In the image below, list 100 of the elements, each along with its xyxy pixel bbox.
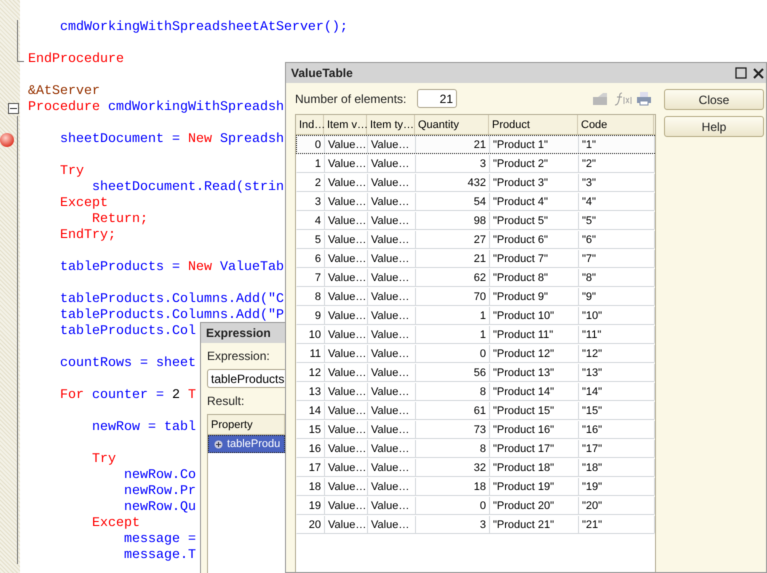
- table-cell: Value…: [368, 250, 416, 267]
- count-field[interactable]: 21: [417, 89, 457, 108]
- table-cell: 0: [297, 136, 325, 153]
- table-cell: Value…: [325, 326, 368, 343]
- table-cell: "Product 14": [490, 383, 579, 400]
- function-icon[interactable]: [614, 92, 632, 106]
- table-cell: Value…: [368, 136, 416, 153]
- table-row[interactable]: 15 Value… Value… 73 "Product 16" "16": [296, 420, 655, 439]
- table-cell: "12": [579, 345, 655, 362]
- table-row[interactable]: 10 Value… Value… 1 "Product 11" "11": [296, 325, 655, 344]
- table-row[interactable]: 16 Value… Value… 8 "Product 17" "17": [296, 439, 655, 458]
- table-cell: "10": [579, 307, 655, 324]
- table-cell: Value…: [368, 364, 416, 381]
- expression-field[interactable]: tableProducts: [207, 369, 285, 388]
- table-cell: Value…: [368, 440, 416, 457]
- table-cell: "Product 20": [490, 497, 579, 514]
- table-row[interactable]: 17 Value… Value… 32 "Product 18" "18": [296, 458, 655, 477]
- table-row[interactable]: 13 Value… Value… 8 "Product 14" "14": [296, 382, 655, 401]
- table-cell: Value…: [325, 155, 368, 172]
- table-cell: Value…: [325, 383, 368, 400]
- maximize-icon[interactable]: [735, 67, 747, 79]
- table-cell: 3: [297, 193, 325, 210]
- table-cell: "11": [579, 326, 655, 343]
- table-row[interactable]: 8 Value… Value… 70 "Product 9" "9": [296, 287, 655, 306]
- dialog-button[interactable]: Help: [664, 116, 764, 137]
- table-cell: "Product 15": [490, 402, 579, 419]
- window-title: ValueTable: [291, 66, 353, 80]
- dialog-button[interactable]: Close: [664, 89, 764, 110]
- table-row[interactable]: 3 Value… Value… 54 "Product 4" "4": [296, 192, 655, 211]
- table-cell: Value…: [368, 402, 416, 419]
- expand-icon: [214, 440, 223, 448]
- table-cell: 98: [416, 212, 490, 229]
- table-row[interactable]: 19 Value… Value… 0 "Product 20" "20": [296, 496, 655, 515]
- table-cell: 6: [297, 250, 325, 267]
- table-row[interactable]: 6 Value… Value… 21 "Product 7" "7": [296, 249, 655, 268]
- table-cell: "14": [579, 383, 655, 400]
- table-row[interactable]: 14 Value… Value… 61 "Product 15" "15": [296, 401, 655, 420]
- table-cell: Value…: [368, 231, 416, 248]
- table-cell: Value…: [325, 136, 368, 153]
- table-row[interactable]: 12 Value… Value… 56 "Product 13" "13": [296, 363, 655, 382]
- table-row[interactable]: 1 Value… Value… 3 "Product 2" "2": [296, 154, 655, 173]
- table-row[interactable]: 0 Value… Value… 21 "Product 1" "1": [296, 135, 655, 154]
- table-cell: Value…: [325, 250, 368, 267]
- table-cell: 12: [297, 364, 325, 381]
- table-cell: Value…: [368, 193, 416, 210]
- table-row[interactable]: 5 Value… Value… 27 "Product 6" "6": [296, 230, 655, 249]
- table-row[interactable]: 2 Value… Value… 432 "Product 3" "3": [296, 173, 655, 192]
- table-cell: "21": [579, 516, 655, 533]
- table-cell: Value…: [325, 478, 368, 495]
- code-line: tableProducts.Col: [58, 324, 196, 340]
- table-cell: 1: [297, 155, 325, 172]
- table-cell: 16: [297, 440, 325, 457]
- table-row[interactable]: 4 Value… Value… 98 "Product 5" "5": [296, 211, 655, 230]
- printer-icon[interactable]: [636, 91, 652, 106]
- table-cell: "Product 5": [490, 212, 579, 229]
- table-cell: 56: [416, 364, 490, 381]
- table-cell: 70: [416, 288, 490, 305]
- result-row[interactable]: tableProdu: [208, 435, 285, 453]
- table-row[interactable]: 7 Value… Value… 62 "Product 8" "8": [296, 268, 655, 287]
- table-cell: 10: [297, 326, 325, 343]
- code-line: Return;: [90, 212, 148, 228]
- table-cell: 21: [416, 250, 490, 267]
- table-cell: 17: [297, 459, 325, 476]
- table-cell: "9": [579, 288, 655, 305]
- table-row[interactable]: 9 Value… Value… 1 "Product 10" "10": [296, 306, 655, 325]
- table-cell: "Product 17": [490, 440, 579, 457]
- code-line: Try: [90, 452, 116, 468]
- code-line: tableProducts.Columns.Add("P: [58, 308, 284, 324]
- table-row[interactable]: 11 Value… Value… 0 "Product 12" "12": [296, 344, 655, 363]
- folder-icon[interactable]: [592, 92, 608, 106]
- table-cell: Value…: [368, 421, 416, 438]
- column-header: Ind…: [296, 115, 324, 134]
- table-cell: Value…: [325, 421, 368, 438]
- table-cell: "Product 9": [490, 288, 579, 305]
- table-cell: 7: [297, 269, 325, 286]
- column-header: Item ty…: [367, 115, 415, 134]
- table-cell: Value…: [368, 288, 416, 305]
- table-cell: 32: [416, 459, 490, 476]
- table-cell: 61: [416, 402, 490, 419]
- table-cell: 5: [297, 231, 325, 248]
- table-cell: Value…: [325, 269, 368, 286]
- table-cell: 18: [416, 478, 490, 495]
- table-cell: "16": [579, 421, 655, 438]
- close-icon[interactable]: [753, 68, 764, 78]
- table-cell: Value…: [368, 345, 416, 362]
- table-cell: 0: [416, 497, 490, 514]
- code-line: countRows = sheet: [58, 356, 196, 372]
- table-cell: "18": [579, 459, 655, 476]
- code-line: sheetDocument = New Spreadsh: [58, 132, 284, 148]
- table-cell: 73: [416, 421, 490, 438]
- table-row[interactable]: 18 Value… Value… 18 "Product 19" "19": [296, 477, 655, 496]
- code-line: EndTry;: [58, 228, 116, 244]
- table-cell: "Product 7": [490, 250, 579, 267]
- table-cell: "1": [579, 136, 655, 153]
- table-cell: "Product 18": [490, 459, 579, 476]
- table-row[interactable]: 20 Value… Value… 3 "Product 21" "21": [296, 515, 655, 534]
- table-cell: "6": [579, 231, 655, 248]
- code-line: message =: [122, 532, 197, 548]
- table-cell: 62: [416, 269, 490, 286]
- code-line: Except: [90, 516, 140, 532]
